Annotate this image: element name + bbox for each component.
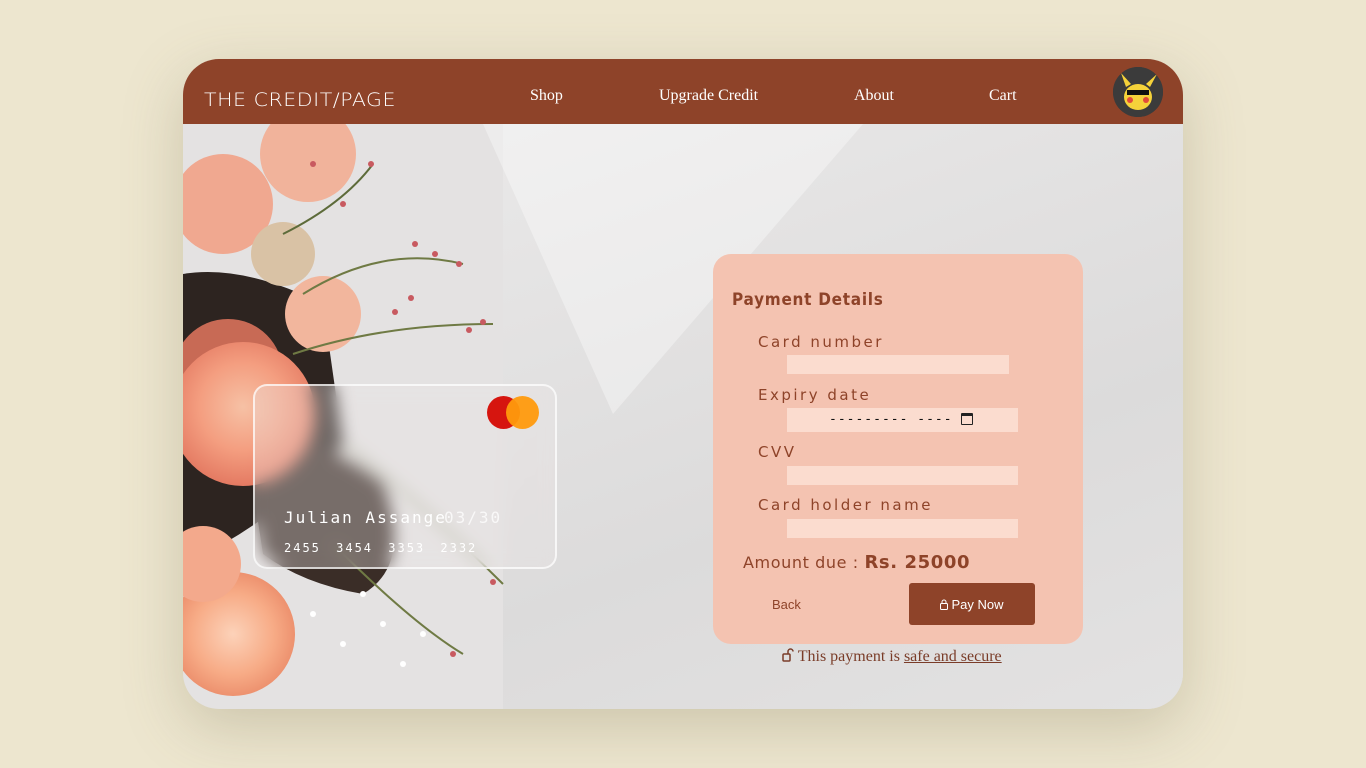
unlock-icon [782, 648, 794, 662]
cvv-label: CVV [758, 443, 797, 461]
app-window: THE CREDIT/PAGE Shop Upgrade Credit Abou… [183, 59, 1183, 709]
back-button[interactable]: Back [772, 597, 801, 612]
safe-secure-link[interactable]: safe and secure [904, 648, 1002, 665]
secure-text: This payment is [797, 648, 904, 665]
payment-form-panel: Payment Details Card number Expiry date … [713, 254, 1083, 644]
payment-title: Payment Details [732, 290, 884, 310]
expiry-date-placeholder: --------- ---- [829, 412, 953, 427]
top-navbar: THE CREDIT/PAGE Shop Upgrade Credit Abou… [183, 59, 1183, 124]
pay-now-label: Pay Now [951, 596, 1004, 612]
expiry-date-label: Expiry date [758, 386, 872, 404]
pikachu-avatar-icon [1113, 67, 1163, 117]
site-logo[interactable]: THE CREDIT/PAGE [204, 89, 396, 111]
card-number-input[interactable] [787, 355, 1009, 374]
amount-due-label: Amount due : [743, 553, 865, 572]
expiry-date-input[interactable]: --------- ---- [787, 408, 1018, 432]
lock-icon [940, 599, 949, 610]
cvv-input[interactable] [787, 466, 1018, 485]
amount-due-value: Rs. 25000 [864, 552, 971, 573]
nav-cart[interactable]: Cart [989, 87, 1017, 105]
calendar-icon[interactable] [961, 413, 973, 425]
card-holder-text: Julian Assange [284, 508, 447, 527]
pay-now-button[interactable]: Pay Now [909, 583, 1035, 625]
card-holder-input[interactable] [787, 519, 1018, 538]
user-avatar[interactable] [1113, 67, 1163, 117]
mastercard-orange-circle [506, 396, 539, 429]
card-holder-label: Card holder name [758, 496, 933, 514]
nav-upgrade-credit[interactable]: Upgrade Credit [659, 87, 758, 105]
amount-due: Amount due : Rs. 25000 [743, 552, 970, 573]
nav-about[interactable]: About [854, 87, 894, 105]
card-expiry-text: 03/30 [444, 508, 503, 527]
nav-shop[interactable]: Shop [530, 87, 563, 105]
secure-payment-note: This payment is safe and secure [782, 648, 1002, 666]
card-number-text: 2455 3454 3353 2332 [284, 541, 478, 555]
card-number-label: Card number [758, 333, 884, 351]
